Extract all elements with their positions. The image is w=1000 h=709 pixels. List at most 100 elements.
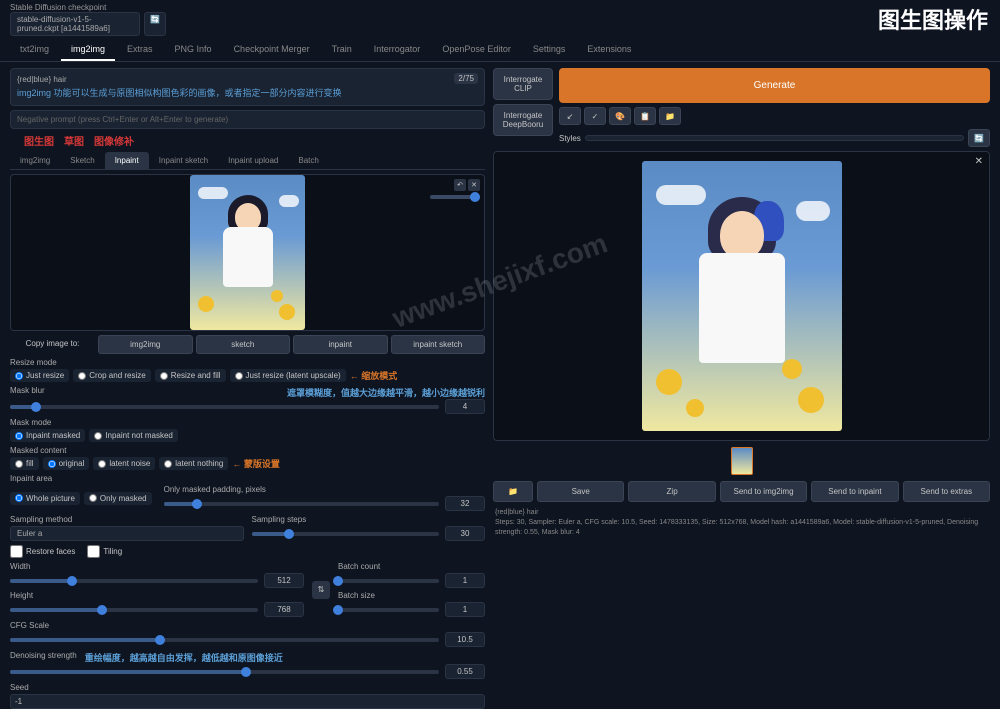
generation-info: {red|blue} hair Steps: 30, Sampler: Eule… bbox=[493, 506, 990, 539]
subtab-inpaint-upload[interactable]: Inpaint upload bbox=[218, 152, 288, 169]
height-value[interactable]: 768 bbox=[264, 602, 304, 617]
inpaint-canvas[interactable]: ↶ ✕ bbox=[10, 174, 485, 331]
copy-to-inpaint-sketch[interactable]: inpaint sketch bbox=[391, 335, 486, 354]
ia-whole[interactable]: Whole picture bbox=[10, 492, 80, 505]
folder-icon[interactable]: 📁 bbox=[659, 107, 681, 125]
tab-settings[interactable]: Settings bbox=[523, 39, 576, 61]
restore-faces-check[interactable]: Restore faces bbox=[10, 545, 75, 558]
denoise-value[interactable]: 0.55 bbox=[445, 664, 485, 679]
copy-to-sketch[interactable]: sketch bbox=[196, 335, 291, 354]
checkpoint-refresh[interactable]: 🔄 bbox=[144, 12, 166, 36]
ia-only-masked[interactable]: Only masked bbox=[84, 492, 152, 505]
subtab-batch[interactable]: Batch bbox=[288, 152, 328, 169]
zip-button[interactable]: Zip bbox=[628, 481, 715, 502]
mask-blur-slider[interactable] bbox=[10, 405, 439, 409]
tab-pnginfo[interactable]: PNG Info bbox=[165, 39, 222, 61]
width-value[interactable]: 512 bbox=[264, 573, 304, 588]
red-annotations: 图生图 草图 图像修补 bbox=[10, 133, 485, 148]
sampling-method-select[interactable]: Euler a bbox=[10, 526, 244, 541]
palette-icon[interactable]: 🎨 bbox=[609, 107, 631, 125]
prompt-area[interactable]: {red|blue} hair img2img 功能可以生成与原图相似构图色彩的… bbox=[10, 68, 485, 106]
height-label: Height bbox=[10, 591, 304, 600]
resize-just-resize[interactable]: Just resize bbox=[10, 369, 69, 382]
tab-train[interactable]: Train bbox=[322, 39, 362, 61]
tab-interrogator[interactable]: Interrogator bbox=[364, 39, 431, 61]
checkpoint-select[interactable]: stable-diffusion-v1-5-pruned.ckpt [a1441… bbox=[10, 12, 140, 36]
resize-crop[interactable]: Crop and resize bbox=[73, 369, 150, 382]
resize-fill[interactable]: Resize and fill bbox=[155, 369, 226, 382]
cfg-slider[interactable] bbox=[10, 638, 439, 642]
save-button[interactable]: Save bbox=[537, 481, 624, 502]
batch-count-value[interactable]: 1 bbox=[445, 573, 485, 588]
arrow-icon[interactable]: ↙ bbox=[559, 107, 581, 125]
brush-size-slider[interactable] bbox=[430, 195, 480, 199]
generate-button[interactable]: Generate bbox=[559, 68, 990, 103]
token-count: 2/75 bbox=[454, 73, 478, 84]
mask-blur-label: Mask blur bbox=[10, 386, 45, 397]
prompt-annotation: img2img 功能可以生成与原图相似构图色彩的画像，或者指定一部分内容进行变换 bbox=[17, 86, 478, 99]
batch-size-value[interactable]: 1 bbox=[445, 602, 485, 617]
mask-not-masked[interactable]: Inpaint not masked bbox=[89, 429, 178, 442]
tab-extras[interactable]: Extras bbox=[117, 39, 163, 61]
tab-checkpoint-merger[interactable]: Checkpoint Merger bbox=[224, 39, 320, 61]
send-inpaint-button[interactable]: Send to inpaint bbox=[811, 481, 898, 502]
subtab-sketch[interactable]: Sketch bbox=[60, 152, 104, 169]
tab-img2img[interactable]: img2img bbox=[61, 39, 115, 61]
inpaint-area-label: Inpaint area bbox=[10, 474, 485, 483]
send-extras-button[interactable]: Send to extras bbox=[903, 481, 990, 502]
copy-to-img2img[interactable]: img2img bbox=[98, 335, 193, 354]
tiling-check[interactable]: Tiling bbox=[87, 545, 122, 558]
cfg-label: CFG Scale bbox=[10, 621, 485, 630]
open-folder-button[interactable]: 📁 bbox=[493, 481, 533, 502]
check-icon[interactable]: ✓ bbox=[584, 107, 606, 125]
styles-refresh-icon[interactable]: 🔄 bbox=[968, 129, 990, 147]
sampling-method-label: Sampling method bbox=[10, 515, 244, 524]
masked-content-label: Masked content bbox=[10, 446, 485, 455]
canvas-image[interactable] bbox=[190, 175, 305, 330]
mc-original[interactable]: original bbox=[43, 457, 90, 470]
seed-input[interactable]: -1 bbox=[10, 694, 485, 709]
batch-size-slider[interactable] bbox=[338, 608, 439, 612]
swap-wh-button[interactable]: ⇅ bbox=[312, 581, 330, 599]
tab-openpose[interactable]: OpenPose Editor bbox=[432, 39, 521, 61]
thumbnail-row bbox=[493, 445, 990, 477]
clipboard-icon[interactable]: 📋 bbox=[634, 107, 656, 125]
mask-blur-value[interactable]: 4 bbox=[445, 399, 485, 414]
pad-slider[interactable] bbox=[164, 502, 439, 506]
sampling-steps-value[interactable]: 30 bbox=[445, 526, 485, 541]
canvas-undo-icon[interactable]: ↶ bbox=[454, 179, 466, 191]
subtab-img2img[interactable]: img2img bbox=[10, 152, 60, 169]
canvas-close-icon[interactable]: ✕ bbox=[468, 179, 480, 191]
cfg-value[interactable]: 10.5 bbox=[445, 632, 485, 647]
sampling-steps-slider[interactable] bbox=[252, 532, 440, 536]
denoise-annotation: 重绘幅度，越高越自由发挥，越低越和原图像接近 bbox=[85, 651, 283, 664]
mask-masked[interactable]: Inpaint masked bbox=[10, 429, 85, 442]
neg-prompt[interactable]: Negative prompt (press Ctrl+Enter or Alt… bbox=[10, 110, 485, 129]
interrogate-deepbooru-button[interactable]: Interrogate DeepBooru bbox=[493, 104, 553, 136]
send-img2img-button[interactable]: Send to img2img bbox=[720, 481, 807, 502]
output-close-icon[interactable]: ✕ bbox=[975, 156, 983, 167]
mc-latent-nothing[interactable]: latent nothing bbox=[159, 457, 228, 470]
tab-extensions[interactable]: Extensions bbox=[577, 39, 641, 61]
denoise-slider[interactable] bbox=[10, 670, 439, 674]
output-thumbnail[interactable] bbox=[731, 447, 753, 475]
mask-mode-label: Mask mode bbox=[10, 418, 485, 427]
resize-latent[interactable]: Just resize (latent upscale) bbox=[230, 369, 346, 382]
copy-to-inpaint[interactable]: inpaint bbox=[293, 335, 388, 354]
tab-txt2img[interactable]: txt2img bbox=[10, 39, 59, 61]
mc-latent-noise[interactable]: latent noise bbox=[93, 457, 155, 470]
width-slider[interactable] bbox=[10, 579, 258, 583]
subtab-inpaint[interactable]: Inpaint bbox=[105, 152, 149, 169]
interrogate-clip-button[interactable]: Interrogate CLIP bbox=[493, 68, 553, 100]
batch-count-slider[interactable] bbox=[338, 579, 439, 583]
resize-mode-label: Resize mode bbox=[10, 358, 485, 367]
styles-select[interactable] bbox=[585, 135, 964, 141]
copy-to-label: Copy image to: bbox=[10, 335, 95, 354]
mc-fill[interactable]: fill bbox=[10, 457, 39, 470]
output-image[interactable] bbox=[642, 161, 842, 431]
height-slider[interactable] bbox=[10, 608, 258, 612]
pad-value[interactable]: 32 bbox=[445, 496, 485, 511]
subtabs: img2img Sketch Inpaint Inpaint sketch In… bbox=[10, 152, 485, 170]
subtab-inpaint-sketch[interactable]: Inpaint sketch bbox=[149, 152, 218, 169]
mc-annotation: ← 蒙版设置 bbox=[232, 457, 280, 470]
